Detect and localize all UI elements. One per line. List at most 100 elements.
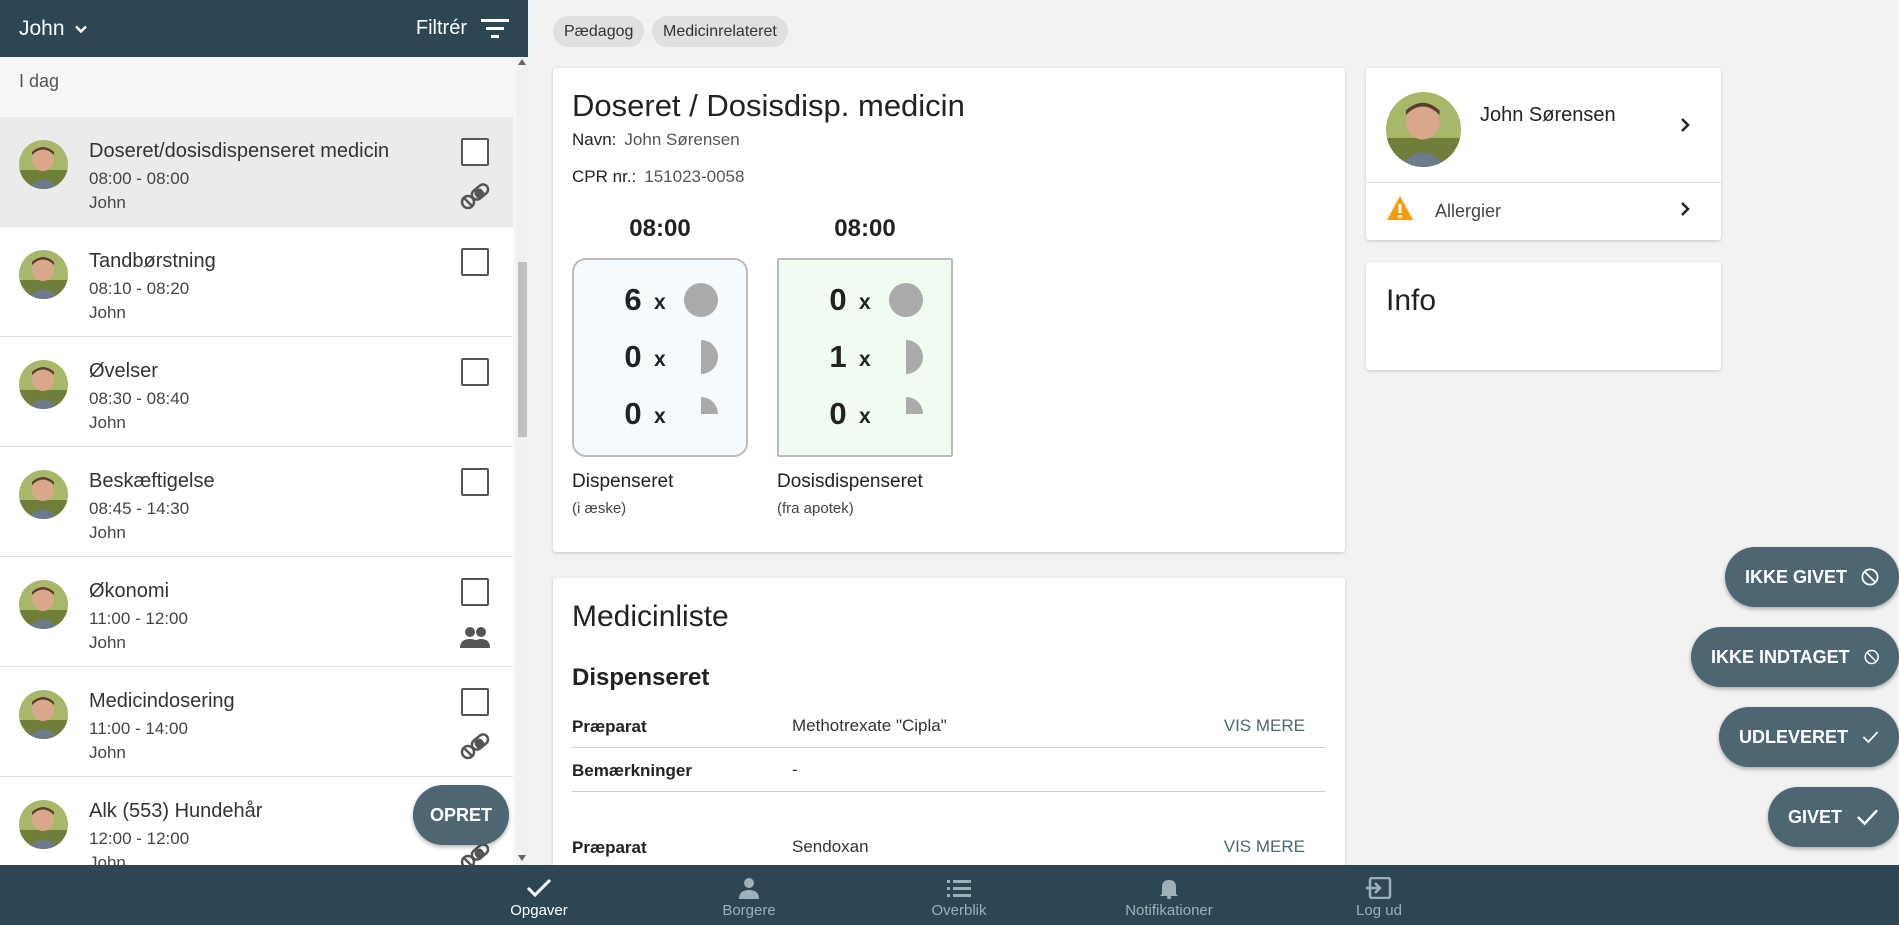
task-checkbox[interactable] <box>461 358 489 386</box>
avatar <box>19 470 68 519</box>
nav-logout[interactable]: Log ud <box>1309 865 1449 925</box>
task-citizen: John <box>89 743 126 762</box>
task-checkbox[interactable] <box>461 578 489 606</box>
nav-label: Borgere <box>722 902 776 919</box>
task-checkbox[interactable] <box>461 138 489 166</box>
filter-icon <box>481 18 509 38</box>
dose-line-quarter: 0 x <box>779 396 951 436</box>
task-time: 11:00 - 12:00 <box>89 609 188 628</box>
task-row[interactable]: Økonomi 11:00 - 12:00 John <box>0 557 513 667</box>
task-row[interactable]: Medicindosering 11:00 - 14:00 John <box>0 667 513 777</box>
dose-line-quarter: 0 x <box>574 396 746 436</box>
task-list-panel: John Filtrér I dag Doseret/dosisdispense… <box>0 0 528 865</box>
quarter-pill-icon <box>906 397 923 414</box>
dose-box-sublabel: (i æske) <box>572 500 627 517</box>
medicine-row: Præparat Sendoxan VIS MERE <box>572 825 1325 869</box>
logout-icon <box>1366 877 1392 899</box>
not-taken-button[interactable]: IKKE INDTAGET <box>1691 627 1899 687</box>
tag-chip: Pædagog <box>553 16 645 47</box>
show-more-link[interactable]: VIS MERE <box>1224 716 1305 736</box>
avatar <box>19 800 68 849</box>
dose-card-title: Doseret / Dosisdisp. medicin <box>572 88 965 123</box>
tag-chip: Medicinrelateret <box>652 16 788 47</box>
task-title: Beskæftigelse <box>89 470 215 492</box>
name-field: Navn: John Sørensen <box>572 130 740 150</box>
dose-line-whole: 6 x <box>574 282 746 322</box>
dose-box-dose-dispensed[interactable]: 0 x 1 x 0 x <box>777 258 953 457</box>
filter-button[interactable]: Filtrér <box>416 17 509 40</box>
given-button[interactable]: GIVET <box>1768 787 1899 847</box>
nav-tasks[interactable]: Opgaver <box>469 865 609 925</box>
chevron-right-icon <box>1681 118 1690 132</box>
task-citizen: John <box>89 853 126 865</box>
not-given-button[interactable]: IKKE GIVET <box>1725 547 1899 607</box>
medicine-section-title: Dispenseret <box>572 664 710 691</box>
nav-citizens[interactable]: Borgere <box>679 865 819 925</box>
medicine-list-card: Medicinliste Dispenseret Præparat Methot… <box>553 578 1345 878</box>
show-more-link[interactable]: VIS MERE <box>1224 837 1305 857</box>
citizen-link[interactable]: John Sørensen <box>1366 68 1721 182</box>
allergy-link[interactable]: Allergier <box>1366 183 1721 240</box>
dose-box-sublabel: (fra apotek) <box>777 500 854 517</box>
handed-out-button[interactable]: UDLEVERET <box>1719 707 1899 767</box>
list-scrollbar[interactable] <box>516 57 528 865</box>
avatar <box>19 360 68 409</box>
nav-label: Opgaver <box>510 902 568 919</box>
citizen-name: John Sørensen <box>1480 104 1616 126</box>
task-title: Økonomi <box>89 580 170 602</box>
task-row[interactable]: Doseret/dosisdispenseret medicin 08:00 -… <box>0 117 513 227</box>
task-checkbox[interactable] <box>461 468 489 496</box>
dose-multiplier: x <box>859 405 871 428</box>
avatar <box>19 140 68 189</box>
scroll-up-icon[interactable] <box>518 59 526 65</box>
task-title: Tandbørstning <box>89 250 216 272</box>
nav-label: Overblik <box>931 902 987 919</box>
pills-icon <box>460 843 490 865</box>
name-label: Navn: <box>572 130 617 149</box>
task-list: I dag Doseret/dosisdispenseret medicin 0… <box>0 57 516 865</box>
task-checkbox[interactable] <box>461 688 489 716</box>
handed-out-label: UDLEVERET <box>1739 726 1849 747</box>
check-icon <box>1857 809 1878 826</box>
cpr-label: CPR nr.: <box>572 167 637 186</box>
scroll-down-icon[interactable] <box>518 855 526 861</box>
chevron-right-icon <box>1681 202 1690 216</box>
dose-box-dispensed[interactable]: 6 x 0 x 0 x <box>572 258 748 457</box>
dose-multiplier: x <box>654 348 666 371</box>
scrollbar-thumb[interactable] <box>518 262 527 437</box>
nav-label: Log ud <box>1356 902 1402 919</box>
cpr-field: CPR nr.: 151023-0058 <box>572 167 744 187</box>
task-time: 08:10 - 08:20 <box>89 279 190 298</box>
dose-box-label: Dosisdispenseret <box>777 471 923 492</box>
task-row[interactable]: Beskæftigelse 08:45 - 14:30 John <box>0 447 513 557</box>
whole-pill-icon <box>684 283 718 317</box>
row-key: Bemærkninger <box>572 761 692 780</box>
person-icon <box>739 878 759 899</box>
dose-multiplier: x <box>654 405 666 428</box>
not-given-label: IKKE GIVET <box>1745 566 1848 587</box>
task-time: 11:00 - 14:00 <box>89 719 188 738</box>
block-icon <box>1861 568 1879 586</box>
avatar <box>19 690 68 739</box>
dose-count: 1 <box>829 339 847 374</box>
dose-count: 0 <box>624 396 642 431</box>
user-selector[interactable]: John <box>19 17 91 41</box>
list-icon <box>947 880 971 897</box>
task-checkbox[interactable] <box>461 248 489 276</box>
dose-multiplier: x <box>859 348 871 371</box>
row-value: - <box>792 760 798 779</box>
dose-box-label: Dispenseret <box>572 471 674 492</box>
nav-notifications[interactable]: Notifikationer <box>1099 865 1239 925</box>
nav-overview[interactable]: Overblik <box>889 865 1029 925</box>
create-button[interactable]: OPRET <box>413 785 509 845</box>
dose-multiplier: x <box>859 291 871 314</box>
dose-card: Doseret / Dosisdisp. medicin Navn: John S… <box>553 68 1345 552</box>
pills-icon <box>460 733 490 760</box>
dose-line-whole: 0 x <box>779 282 951 322</box>
check-icon <box>1862 731 1879 744</box>
dose-time: 08:00 <box>629 215 691 242</box>
dose-line-half: 1 x <box>779 339 951 379</box>
block-icon <box>1864 649 1879 665</box>
task-row[interactable]: Øvelser 08:30 - 08:40 John <box>0 337 513 447</box>
task-row[interactable]: Tandbørstning 08:10 - 08:20 John <box>0 227 513 337</box>
